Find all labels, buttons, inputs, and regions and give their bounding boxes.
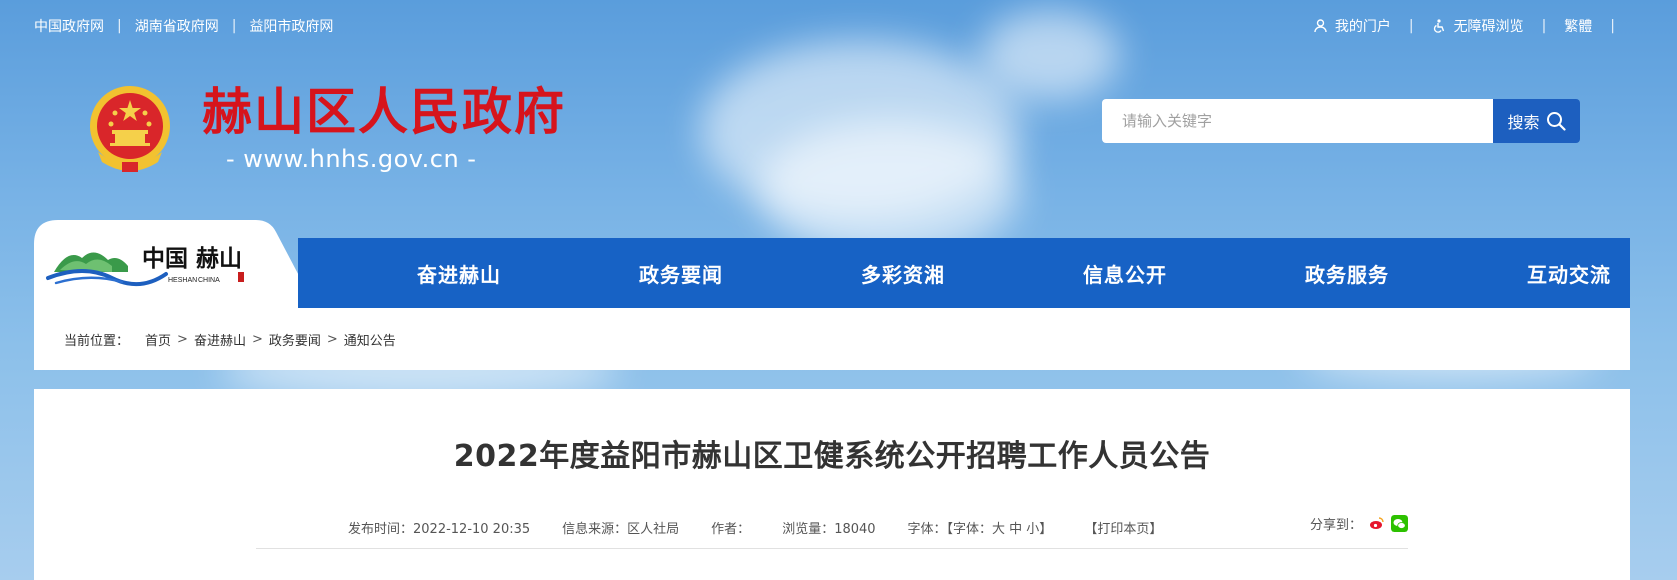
view-count: 浏览量：18040 [782, 522, 876, 537]
nav-item-culture[interactable]: 多彩资湘 [792, 238, 1014, 308]
nav-item-interaction[interactable]: 互动交流 [1458, 238, 1677, 308]
site-title: 赫山区人民政府 [202, 82, 566, 141]
nav-item-news[interactable]: 政务要闻 [570, 238, 792, 308]
red-seal-icon [238, 272, 244, 282]
breadcrumb-label: 当前位置： [64, 333, 130, 349]
article-title: 2022年度益阳市赫山区卫健系统公开招聘工作人员公告 [453, 439, 1211, 474]
share-bar: 分享到： [1310, 514, 1408, 533]
nav-items: 奋进赫山 政务要闻 多彩资湘 信息公开 政务服务 互动交流 [348, 238, 1677, 308]
search-box: 搜索 [1102, 99, 1580, 143]
search-button-label: 搜索 [1507, 115, 1540, 132]
publish-time: 发布时间：2022-12-10 20:35 [348, 522, 531, 537]
breadcrumb-fenjin[interactable]: 奋进赫山 [194, 330, 246, 349]
accessible-label: 无障碍浏览 [1453, 19, 1524, 35]
divider: | [1610, 18, 1615, 34]
logo-cn-text: 中国 赫山 [142, 245, 242, 272]
search-button[interactable]: 搜索 [1493, 99, 1580, 143]
nav-bar: 奋进赫山 政务要闻 多彩资湘 信息公开 政务服务 互动交流 [298, 238, 1630, 308]
government-links: 中国政府网 | 湖南省政府网 | 益阳市政府网 [34, 16, 333, 36]
nav-item-services[interactable]: 政务服务 [1236, 238, 1458, 308]
breadcrumb-separator: > [177, 331, 188, 347]
my-portal-label: 我的门户 [1334, 19, 1391, 35]
share-label: 分享到： [1309, 518, 1362, 533]
print-page-link[interactable]: 【打印本页】 [1084, 518, 1162, 537]
breadcrumb-separator: > [326, 331, 338, 347]
wechat-icon[interactable] [1391, 515, 1408, 532]
logo-en-left: HESHAN [168, 277, 197, 284]
my-portal-link[interactable]: 我的门户 [1314, 16, 1391, 36]
article-panel: 2022年度益阳市赫山区卫健系统公开招聘工作人员公告 发布时间：2022-12-… [34, 389, 1630, 580]
site-url: - www.hnhs.gov.cn - [226, 145, 477, 173]
link-yiyang-gov[interactable]: 益阳市政府网 [249, 16, 333, 36]
traditional-chinese-link[interactable]: 繁體 [1564, 16, 1592, 36]
font-size-control[interactable]: 字体：【字体：大 中 小】 [908, 518, 1053, 537]
link-china-gov[interactable]: 中国政府网 [34, 16, 104, 36]
weibo-icon[interactable] [1368, 515, 1385, 532]
nav-item-info-disclosure[interactable]: 信息公开 [1014, 238, 1236, 308]
breadcrumb-home[interactable]: 首页 [145, 330, 171, 349]
divider: | [231, 18, 237, 34]
divider: | [117, 18, 122, 34]
article-info: 发布时间：2022-12-10 20:35 信息来源：区人社局 作者： 浏览量：… [348, 518, 1162, 537]
user-icon [1314, 19, 1327, 33]
search-input[interactable] [1102, 99, 1493, 143]
top-right-links: 我的门户 | 无障碍浏览 | 繁體 | [1314, 16, 1633, 36]
link-hunan-gov[interactable]: 湖南省政府网 [135, 16, 219, 36]
main-navigation: 中国 赫山 HESHAN CHINA 奋进赫山 政务要闻 多彩资湘 信息公开 政… [34, 220, 1630, 308]
divider: | [1408, 18, 1414, 34]
breadcrumb-notice[interactable]: 通知公告 [344, 330, 396, 349]
info-source: 信息来源：区人社局 [562, 522, 680, 537]
national-emblem-icon [90, 86, 170, 172]
top-bar: 中国政府网 | 湖南省政府网 | 益阳市政府网 我的门户 | 无障碍浏览 | 繁… [0, 0, 1677, 50]
search-icon [1546, 112, 1566, 131]
breadcrumb: 当前位置： 首页 > 奋进赫山 > 政务要闻 > 通知公告 [34, 308, 1630, 370]
logo-tab[interactable]: 中国 赫山 HESHAN CHINA [34, 220, 334, 308]
breadcrumb-separator: > [251, 331, 263, 347]
divider: | [1541, 18, 1547, 34]
breadcrumb-news[interactable]: 政务要闻 [269, 330, 321, 349]
article-meta: 发布时间：2022-12-10 20:35 信息来源：区人社局 作者： 浏览量：… [256, 515, 1408, 549]
author: 作者： [711, 522, 751, 537]
logo-en-right: CHINA [198, 277, 220, 284]
accessible-browse-link[interactable]: 无障碍浏览 [1432, 16, 1524, 36]
nav-item-fenjin[interactable]: 奋进赫山 [348, 238, 570, 308]
accessibility-icon [1433, 19, 1444, 33]
